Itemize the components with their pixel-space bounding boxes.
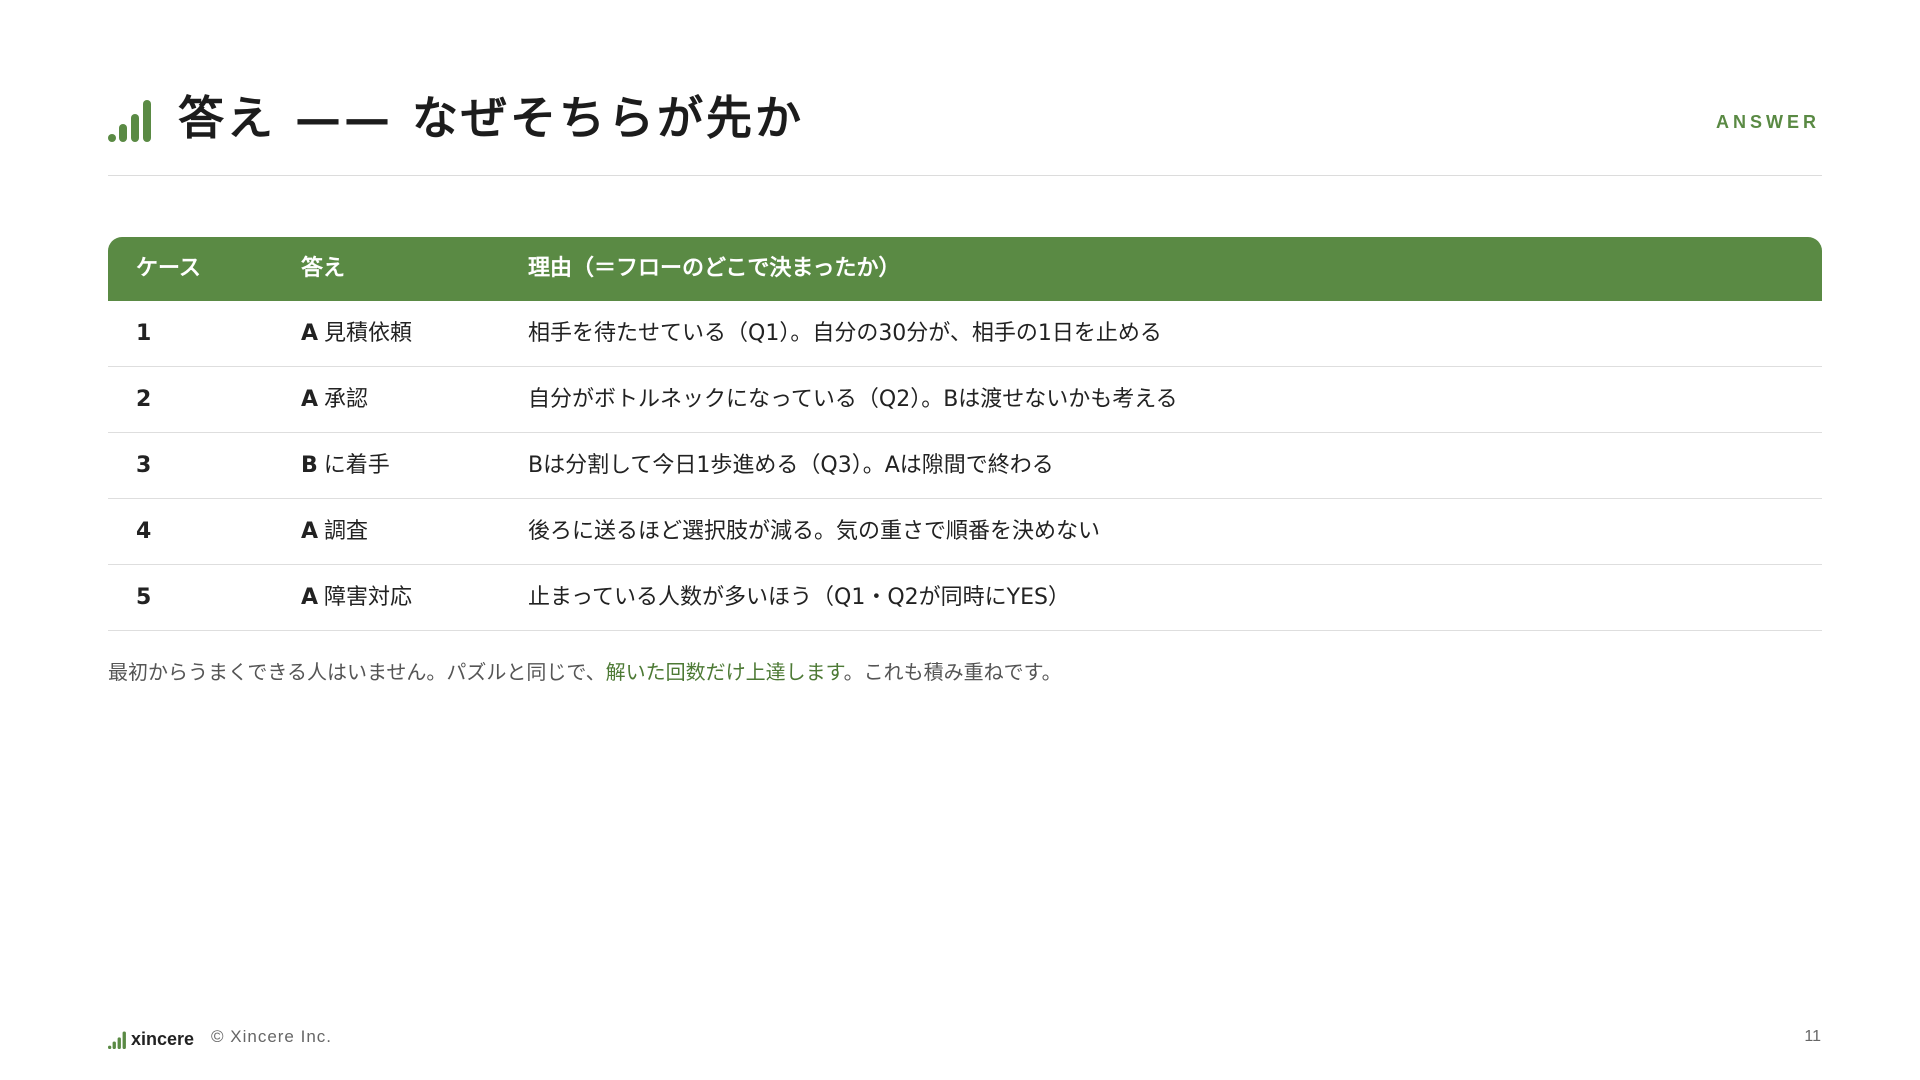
case-number: 5: [136, 585, 152, 610]
case-number: 4: [136, 519, 152, 544]
table-row: 3 B に着手 Bは分割して今日1歩進める（Q3）。Aは隙間で終わる: [108, 433, 1822, 499]
case-number: 2: [136, 387, 152, 412]
footer-logo: xincere: [108, 1025, 194, 1049]
case-number: 1: [136, 321, 152, 346]
note-text-after: 。これも積み重ねです。: [843, 660, 1062, 684]
answer-letter: A: [301, 585, 319, 610]
case-number: 3: [136, 453, 152, 478]
answer-cell: A 見積依頼: [301, 301, 412, 367]
table-header: ケース 答え 理由（＝フローのどこで決まったか）: [108, 237, 1822, 301]
reason-cell: 相手を待たせている（Q1）。自分の30分が、相手の1日を止める: [528, 321, 1162, 346]
answer-text: 障害対応: [324, 585, 413, 610]
table-row: 2 A 承認 自分がボトルネックになっている（Q2）。Bは渡せないかも考える: [108, 367, 1822, 433]
summary-note: 最初からうまくできる人はいません。パズルと同じで、解いた回数だけ上達します。これ…: [108, 657, 1062, 687]
answer-text: に着手: [323, 453, 390, 478]
answer-letter: A: [301, 321, 319, 346]
brand-name: xincere: [131, 1029, 195, 1049]
page-number: 11: [1804, 1028, 1821, 1045]
answer-text: 承認: [324, 387, 369, 412]
signal-bars-icon: [108, 100, 151, 142]
signal-bars-icon: [108, 1031, 126, 1049]
answer-text: 見積依頼: [324, 321, 413, 346]
table-row: 5 A 障害対応 止まっている人数が多いほう（Q1・Q2が同時にYES）: [108, 565, 1822, 631]
answer-letter: B: [301, 453, 318, 478]
reason-cell: 止まっている人数が多いほう（Q1・Q2が同時にYES）: [528, 585, 1070, 610]
note-text-before: 最初からうまくできる人はいません。パズルと同じで、: [108, 660, 606, 684]
copyright: © Xincere Inc.: [211, 1027, 333, 1046]
section-tag: ANSWER: [1716, 112, 1820, 132]
answer-cell: A 承認: [301, 367, 368, 433]
reason-cell: 自分がボトルネックになっている（Q2）。Bは渡せないかも考える: [528, 387, 1178, 412]
reason-cell: Bは分割して今日1歩進める（Q3）。Aは隙間で終わる: [528, 453, 1054, 478]
answer-table: ケース 答え 理由（＝フローのどこで決まったか） 1 A 見積依頼 相手を待たせて…: [108, 237, 1822, 631]
slide: 答え —— なぜそちらが先か ANSWER ケース 答え 理由（＝フローのどこで…: [0, 0, 1920, 1080]
table-row: 4 A 調査 後ろに送るほど選択肢が減る。気の重さで順番を決めない: [108, 499, 1822, 565]
answer-cell: A 調査: [301, 499, 368, 565]
answer-text: 調査: [324, 519, 369, 544]
page-title: 答え —— なぜそちらが先か: [178, 91, 805, 145]
answer-cell: B に着手: [301, 433, 390, 499]
table-row: 1 A 見積依頼 相手を待たせている（Q1）。自分の30分が、相手の1日を止める: [108, 301, 1822, 367]
header-reason: 理由（＝フローのどこで決まったか）: [528, 256, 901, 281]
reason-cell: 後ろに送るほど選択肢が減る。気の重さで順番を決めない: [528, 519, 1101, 544]
note-highlight: 解いた回数だけ上達します: [605, 660, 844, 684]
answer-cell: A 障害対応: [301, 565, 412, 631]
answer-letter: A: [301, 519, 319, 544]
answer-letter: A: [301, 387, 319, 412]
header-case: ケース: [136, 256, 201, 281]
slide-header: 答え —— なぜそちらが先か ANSWER: [108, 84, 1822, 176]
header-answer: 答え: [301, 256, 346, 281]
